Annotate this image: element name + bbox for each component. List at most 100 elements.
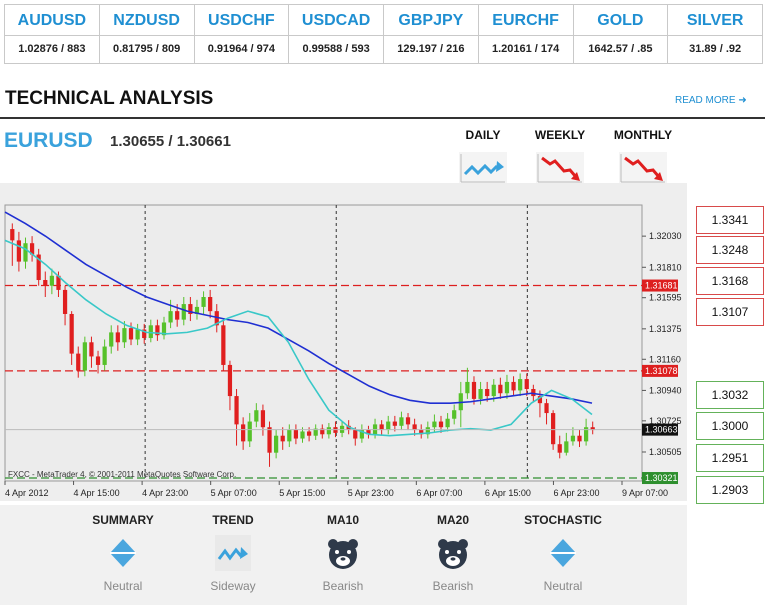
ticker-symbol[interactable]: SILVER: [668, 5, 762, 36]
x-tick-label: 4 Apr 23:00: [142, 488, 188, 498]
ticker-price: 1.02876 / 883: [18, 43, 86, 55]
candle-body: [353, 430, 358, 439]
x-tick-label: 6 Apr 07:00: [416, 488, 462, 498]
candle-body: [570, 435, 576, 442]
ticker-usdchf[interactable]: USDCHF 0.91964 / 974: [194, 5, 290, 63]
y-tick-label: 1.30505: [649, 447, 682, 457]
x-tick-label: 6 Apr 23:00: [553, 488, 599, 498]
candle-body: [241, 424, 246, 442]
ticker-symbol[interactable]: USDCHF: [194, 5, 289, 36]
candle-body: [518, 379, 523, 391]
candle-body: [498, 384, 503, 394]
candle-body: [432, 421, 437, 428]
candle-body: [201, 297, 206, 307]
candle-body: [280, 435, 285, 442]
candle-body: [95, 356, 101, 365]
candle-body: [10, 229, 15, 241]
ticker-symbol[interactable]: NZDUSD: [99, 5, 194, 36]
indicator-value: Bearish: [322, 579, 364, 593]
neutral-diamond-icon: [550, 539, 576, 567]
period-monthly[interactable]: MONTHLY: [608, 128, 678, 188]
chevron-right-icon: ➜: [738, 95, 747, 106]
current-price-label: 1.30663: [645, 425, 678, 435]
resistance-level: 1.3248: [696, 236, 764, 264]
candle-body: [287, 430, 292, 442]
bear-icon: [438, 539, 468, 569]
read-more-link[interactable]: READ MORE ➜: [675, 95, 747, 106]
candle-body: [115, 332, 120, 343]
resistance-level: 1.3168: [696, 267, 764, 295]
period-label[interactable]: WEEKLY: [535, 128, 585, 142]
period-label[interactable]: MONTHLY: [614, 128, 672, 142]
indicator-title: STOCHASTIC: [524, 513, 602, 527]
candle-body: [69, 313, 74, 354]
y-tick-label: 1.32030: [649, 231, 682, 241]
indicator-ma20: MA20 Bearish: [398, 513, 508, 593]
candle-body: [135, 329, 140, 340]
ticker-symbol[interactable]: EURCHF: [478, 5, 573, 36]
x-tick-label: 5 Apr 07:00: [211, 488, 257, 498]
indicator-summary: SUMMARY Neutral: [68, 513, 178, 593]
read-more-label[interactable]: READ MORE: [675, 95, 736, 106]
candle-body: [62, 289, 68, 314]
candle-body: [557, 444, 562, 453]
candle-body: [128, 328, 134, 340]
candle-body: [511, 381, 516, 391]
ticker-price: 0.99588 / 593: [302, 43, 370, 55]
candle-body: [445, 418, 450, 428]
candle-body: [247, 421, 252, 442]
ticker-price: 129.197 / 216: [397, 43, 465, 55]
indicator-summary-bar: SUMMARY Neutral TREND Sideway MA10 Beari…: [0, 505, 687, 605]
candle-body: [102, 346, 107, 365]
support-level: 1.3032: [696, 381, 764, 409]
y-tick-label: 1.30940: [649, 385, 682, 395]
candle-body: [452, 410, 457, 419]
candle-body: [175, 311, 180, 320]
ticker-symbol[interactable]: AUDUSD: [5, 5, 99, 36]
candle-body: [504, 381, 510, 394]
candle-body: [227, 364, 233, 397]
indicator-trend: TREND Sideway: [178, 513, 288, 593]
candle-body: [208, 297, 213, 312]
ticker-symbol[interactable]: GOLD: [573, 5, 668, 36]
chart-credit: FXCC - MetaTrader 4, © 2001-2011 MetaQuo…: [8, 470, 236, 479]
candle-body: [76, 353, 81, 371]
ticker-gold[interactable]: GOLD 1642.57 / .85: [573, 5, 669, 63]
candle-body: [306, 431, 312, 436]
level-tag-label: 1.31078: [645, 366, 678, 376]
pair-symbol: EURUSD: [4, 129, 93, 152]
candle-body: [168, 311, 173, 323]
ticker-gbpjpy[interactable]: GBPJPY 129.197 / 216: [384, 5, 479, 63]
ticker-silver[interactable]: SILVER 31.89 / .92: [668, 5, 762, 63]
candle-body: [478, 389, 483, 399]
section-divider: [0, 117, 765, 119]
candle-body: [551, 413, 556, 445]
ticker-eurchf[interactable]: EURCHF 1.20161 / 174: [478, 5, 574, 63]
ticker-price: 0.91964 / 974: [207, 43, 276, 55]
period-daily[interactable]: DAILY: [448, 128, 518, 188]
ticker-symbol[interactable]: USDCAD: [289, 5, 383, 36]
period-weekly[interactable]: WEEKLY: [525, 128, 595, 188]
ticker-price: 1.20161 / 174: [491, 43, 560, 55]
candle-body: [471, 381, 477, 399]
candle-body: [564, 441, 569, 453]
candle-body: [234, 396, 239, 425]
sideways-trend-icon: [215, 535, 251, 571]
ticker-nzdusd[interactable]: NZDUSD 0.81795 / 809: [99, 5, 195, 63]
candle-body: [392, 421, 397, 426]
candle-body: [405, 417, 411, 425]
ticker-audusd[interactable]: AUDUSD 1.02876 / 883: [5, 5, 100, 63]
candle-body: [544, 403, 549, 414]
candle-body: [300, 431, 305, 439]
indicator-title: MA10: [326, 513, 359, 527]
ticker-symbol[interactable]: GBPJPY: [384, 5, 478, 36]
plot-area: [4, 204, 643, 482]
candle-body: [260, 410, 266, 428]
indicator-stochastic: STOCHASTIC Neutral: [508, 513, 618, 593]
y-tick-label: 1.31160: [649, 354, 681, 364]
level-tag-label: 1.30321: [645, 473, 678, 483]
ticker-usdcad[interactable]: USDCAD 0.99588 / 593: [289, 5, 384, 63]
candlestick-chart: 1.32030 1.31810 1.31595 1.31375 1.31160 1.309…: [4, 204, 682, 498]
period-label[interactable]: DAILY: [466, 128, 501, 142]
ticker-price: 0.81795 / 809: [112, 43, 181, 55]
